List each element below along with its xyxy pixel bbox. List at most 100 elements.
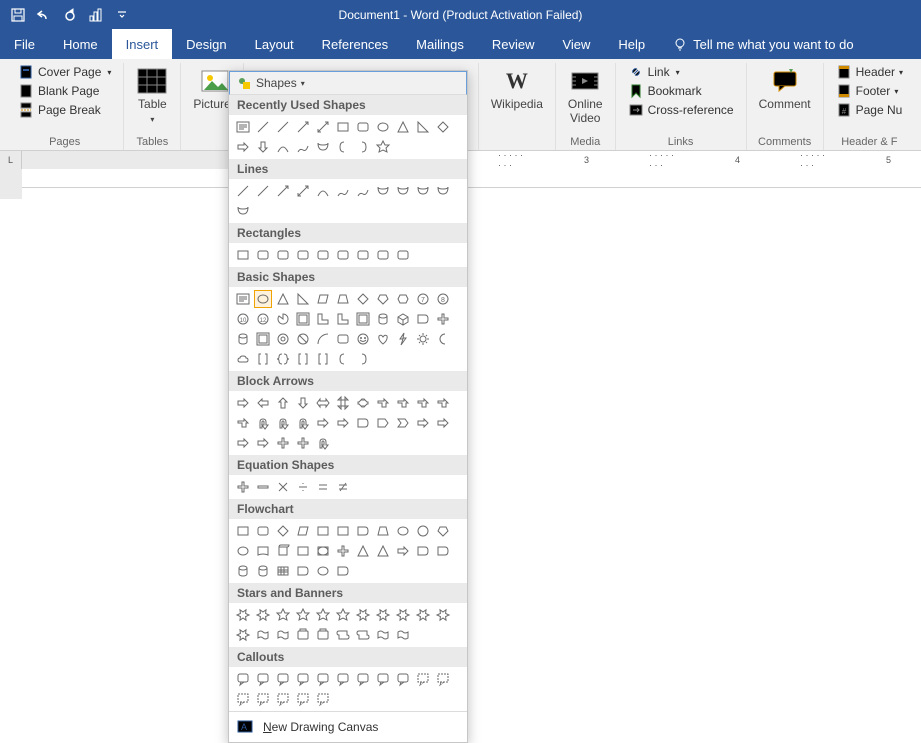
shape-rr[interactable] xyxy=(254,246,272,264)
shape-st[interactable] xyxy=(314,606,332,624)
shape-lb[interactable] xyxy=(334,350,352,368)
save-button[interactable] xyxy=(6,3,30,27)
shape-sc[interactable] xyxy=(374,182,392,200)
shape-el[interactable] xyxy=(314,562,332,580)
shape-ut[interactable] xyxy=(254,414,272,432)
shape-dia[interactable] xyxy=(434,118,452,136)
shape-frm[interactable] xyxy=(354,310,372,328)
shape-frm[interactable] xyxy=(294,310,312,328)
shape-co[interactable] xyxy=(314,670,332,688)
shape-pl[interactable] xyxy=(234,478,252,496)
shape-rc[interactable] xyxy=(334,118,352,136)
vertical-ruler[interactable] xyxy=(0,169,22,707)
shape-pr[interactable] xyxy=(274,562,292,580)
shape-don[interactable] xyxy=(274,330,292,348)
shape-st[interactable] xyxy=(374,138,392,156)
shape-hrt[interactable] xyxy=(374,330,392,348)
shape-pl[interactable] xyxy=(434,310,452,328)
shape-co[interactable] xyxy=(334,670,352,688)
shape-brc[interactable] xyxy=(274,350,292,368)
chart-icon[interactable] xyxy=(84,3,108,27)
shape-dsh[interactable] xyxy=(314,690,332,708)
shape-trp[interactable] xyxy=(334,290,352,308)
shape-frm[interactable] xyxy=(254,330,272,348)
shape-do[interactable] xyxy=(434,542,452,560)
shape-dsh[interactable] xyxy=(274,690,292,708)
shape-ne[interactable] xyxy=(334,478,352,496)
tab-view[interactable]: View xyxy=(548,29,604,59)
shape-scr[interactable] xyxy=(334,626,352,644)
shape-co[interactable] xyxy=(394,670,412,688)
shape-cr10[interactable]: 10 xyxy=(234,310,252,328)
undo-button[interactable] xyxy=(32,3,56,27)
blank-page-button[interactable]: Blank Page xyxy=(14,82,115,100)
shape-ut[interactable] xyxy=(274,414,292,432)
shape-pl[interactable] xyxy=(274,434,292,452)
shape-ut[interactable] xyxy=(294,414,312,432)
shape-exp[interactable] xyxy=(434,606,452,624)
shape-rr[interactable] xyxy=(254,522,272,540)
shape-tri[interactable] xyxy=(394,118,412,136)
shape-tri[interactable] xyxy=(374,542,392,560)
shape-tb[interactable] xyxy=(234,290,252,308)
shape-rc[interactable] xyxy=(294,542,312,560)
shape-co[interactable] xyxy=(374,670,392,688)
shape-au[interactable] xyxy=(274,394,292,412)
shape-do[interactable] xyxy=(334,562,352,580)
shape-rib[interactable] xyxy=(314,626,332,644)
shape-st[interactable] xyxy=(274,606,292,624)
shape-exp[interactable] xyxy=(234,606,252,624)
tab-layout[interactable]: Layout xyxy=(241,29,308,59)
shape-el[interactable] xyxy=(234,542,252,560)
shape-brk[interactable] xyxy=(294,350,312,368)
shape-bnt[interactable] xyxy=(434,394,452,412)
shape-ar[interactable] xyxy=(414,414,432,432)
shape-tb[interactable] xyxy=(234,118,252,136)
shape-la[interactable] xyxy=(274,182,292,200)
shape-co[interactable] xyxy=(234,670,252,688)
shape-dsh[interactable] xyxy=(234,690,252,708)
shape-dc[interactable] xyxy=(254,542,272,560)
shape-exp[interactable] xyxy=(354,606,372,624)
tab-insert[interactable]: Insert xyxy=(112,29,173,59)
shape-bnt[interactable] xyxy=(414,394,432,412)
shape-ar[interactable] xyxy=(234,138,252,156)
shape-ln[interactable] xyxy=(234,182,252,200)
shape-el[interactable] xyxy=(394,522,412,540)
shape-rc[interactable] xyxy=(314,522,332,540)
link-button[interactable]: Link ▾ xyxy=(624,63,738,81)
shape-tri[interactable] xyxy=(274,290,292,308)
shape-ad[interactable] xyxy=(254,138,272,156)
shape-trp[interactable] xyxy=(374,522,392,540)
shape-ld[interactable] xyxy=(294,182,312,200)
shape-ln[interactable] xyxy=(254,182,272,200)
tab-mailings[interactable]: Mailings xyxy=(402,29,478,59)
shape-cy[interactable] xyxy=(254,562,272,580)
shape-rr[interactable] xyxy=(394,246,412,264)
shape-rr[interactable] xyxy=(374,246,392,264)
shape-do[interactable] xyxy=(414,310,432,328)
shape-rc[interactable] xyxy=(234,522,252,540)
shape-sm[interactable] xyxy=(354,330,372,348)
shape-exp[interactable] xyxy=(234,626,252,644)
footer-button[interactable]: Footer ▾ xyxy=(832,82,907,100)
shape-lt[interactable] xyxy=(394,330,412,348)
shape-ar[interactable] xyxy=(234,394,252,412)
shape-rr[interactable] xyxy=(354,246,372,264)
shape-do[interactable] xyxy=(414,542,432,560)
shape-pen[interactable] xyxy=(374,290,392,308)
shape-ca[interactable] xyxy=(354,394,372,412)
shape-rr[interactable] xyxy=(274,246,292,264)
shape-exp[interactable] xyxy=(414,606,432,624)
shape-sun[interactable] xyxy=(414,330,432,348)
shape-cir[interactable] xyxy=(414,522,432,540)
shape-cy[interactable] xyxy=(374,310,392,328)
tab-selector[interactable]: L xyxy=(0,151,22,169)
header-button[interactable]: Header ▾ xyxy=(832,63,907,81)
shape-chv[interactable] xyxy=(394,414,412,432)
qat-customize-icon[interactable] xyxy=(110,3,134,27)
shape-ar[interactable] xyxy=(394,542,412,560)
shape-al[interactable] xyxy=(254,394,272,412)
shape-ar[interactable] xyxy=(434,414,452,432)
redo-button[interactable] xyxy=(58,3,82,27)
